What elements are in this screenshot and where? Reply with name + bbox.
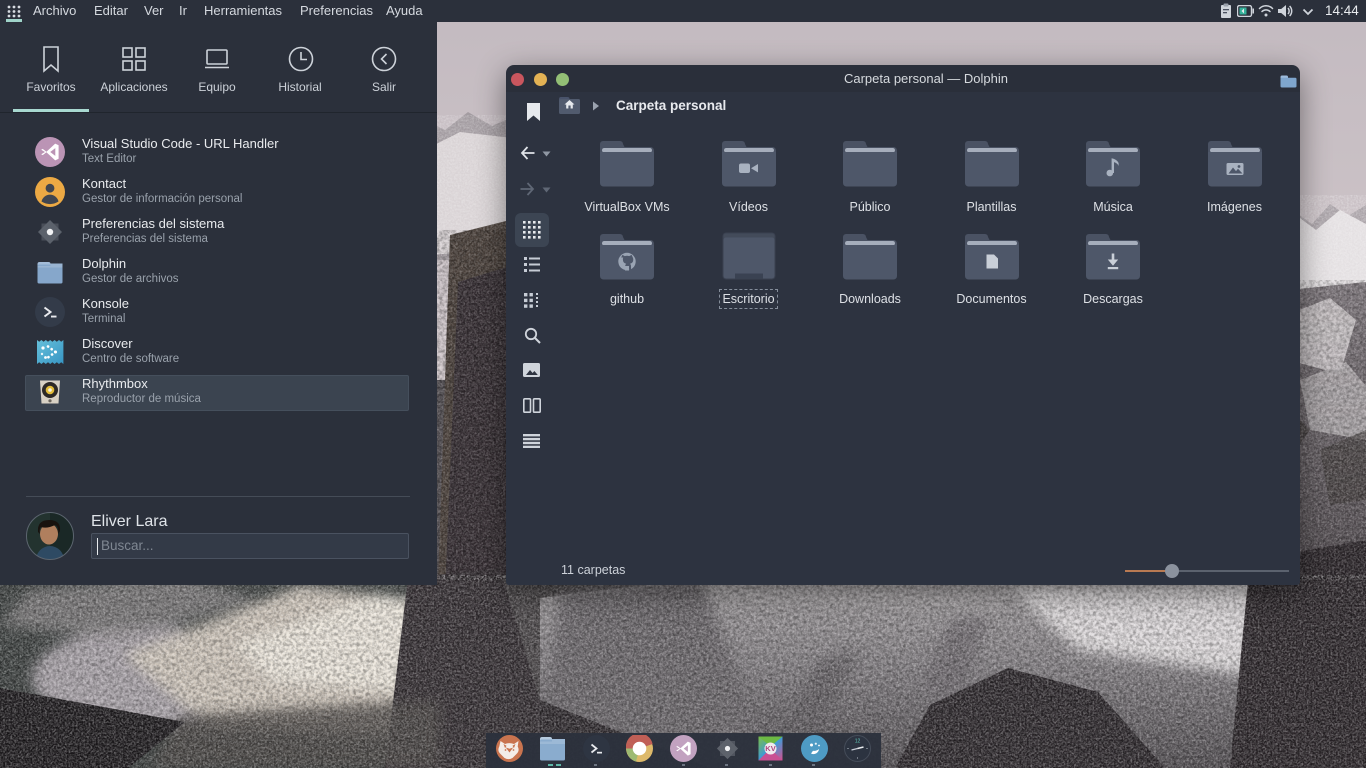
svg-text:KV: KV [765, 744, 775, 753]
svg-text:12: 12 [855, 739, 861, 745]
